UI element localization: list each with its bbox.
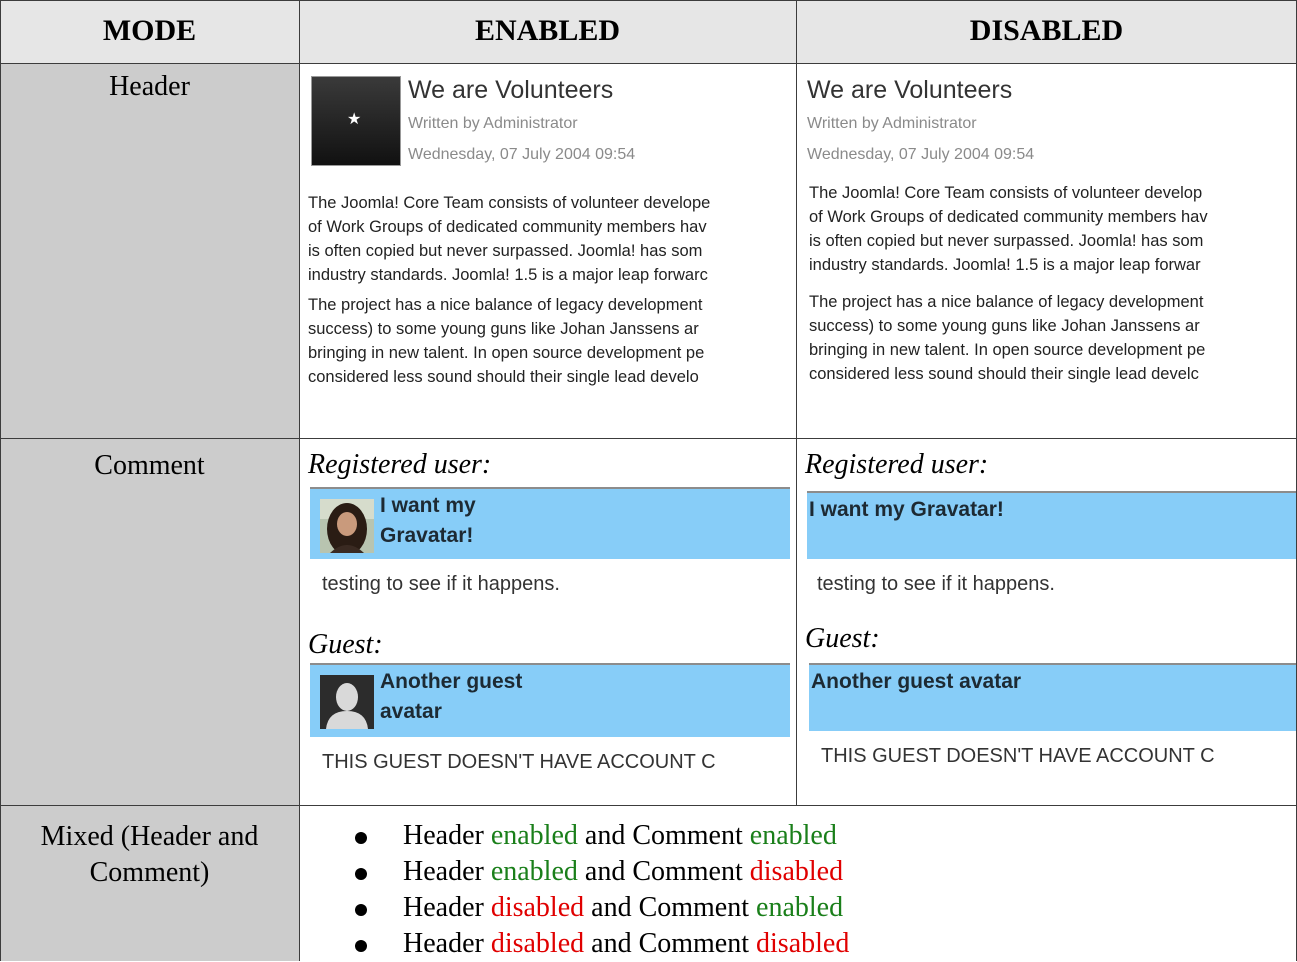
bullet-icon (355, 904, 367, 916)
article-line: of Work Groups of dedicated community me… (308, 218, 707, 236)
state-word: disabled (756, 928, 850, 959)
article-title: We are Volunteers (807, 76, 1013, 104)
mixed-label-line2: Comment) (89, 857, 210, 888)
row-label-header: Header (0, 63, 299, 438)
article-thumbnail: ★ (311, 76, 401, 166)
table-border (0, 805, 1297, 806)
registered-comment-header: I want my Gravatar! (807, 491, 1297, 559)
registered-user-label: Registered user: (308, 449, 492, 480)
table-border (0, 0, 1, 961)
state-word: disabled (490, 928, 585, 959)
gravatar-avatar (320, 499, 374, 553)
table-border (299, 0, 300, 961)
article-line: industry standards. Joomla! 1.5 is a maj… (809, 256, 1201, 274)
state-word: disabled (490, 892, 585, 923)
guest-label: Guest: (308, 629, 383, 660)
article-body-p2: The project has a nice balance of legacy… (308, 293, 704, 389)
table-border (0, 63, 1297, 64)
article-date: Wednesday, 07 July 2004 09:54 (807, 146, 1035, 163)
name-line: Gravatar! (380, 524, 474, 547)
header-enabled: ENABLED (299, 0, 796, 63)
table-border (796, 0, 797, 805)
row-label-mixed: Mixed (Header and Comment) (0, 805, 299, 961)
header-disabled: DISABLED (796, 0, 1297, 63)
default-avatar-icon (320, 675, 374, 729)
guest-commenter-name: Another guest avatar (380, 667, 522, 727)
state-word: enabled (756, 892, 844, 923)
item-text: and Comment (584, 892, 757, 923)
disabled-comment-preview: Registered user: I want my Gravatar! tes… (797, 439, 1297, 805)
article-line: success) to some young guns like Johan J… (308, 320, 699, 338)
mixed-label-line1: Mixed (Header and (40, 821, 259, 852)
article-line: considered less sound should their singl… (308, 368, 699, 386)
bullet-icon (355, 832, 367, 844)
registered-commenter-name: I want my Gravatar! (380, 491, 476, 551)
article-line: bringing in new talent. In open source d… (308, 344, 705, 362)
bullet-icon (355, 868, 367, 880)
item-text: and Comment (577, 856, 750, 887)
article-line: of Work Groups of dedicated community me… (809, 208, 1208, 226)
article-body-p2: The project has a nice balance of legacy… (809, 290, 1205, 386)
row-label-comment: Comment (0, 438, 299, 805)
list-item: Header disabled and Comment disabled (355, 926, 849, 962)
name-line: avatar (380, 700, 442, 723)
disabled-header-preview: We are Volunteers Written by Administrat… (797, 64, 1297, 438)
header-mode: MODE (0, 0, 299, 63)
item-text: Header (403, 928, 491, 959)
article-author: Written by Administrator (408, 115, 578, 132)
article-line: The project has a nice balance of legacy… (809, 293, 1204, 311)
guest-commenter-name: Another guest avatar (811, 670, 1022, 693)
article-line: bringing in new talent. In open source d… (809, 341, 1206, 359)
article-body-p1: The Joomla! Core Team consists of volunt… (308, 191, 710, 287)
item-text: Header (403, 892, 491, 923)
article-line: is often copied but never surpassed. Joo… (809, 232, 1204, 250)
state-word: disabled (749, 856, 844, 887)
article-body-p1: The Joomla! Core Team consists of volunt… (809, 181, 1208, 277)
state-word: enabled (490, 856, 578, 887)
item-text: Header (403, 820, 491, 851)
registered-user-label: Registered user: (805, 449, 989, 480)
article-line: success) to some young guns like Johan J… (809, 317, 1200, 335)
table-border (0, 438, 1297, 439)
enabled-comment-preview: Registered user: I want my Gravatar! tes… (300, 439, 796, 805)
item-text: Header (403, 856, 491, 887)
state-word: enabled (749, 820, 837, 851)
guest-comment-header: Another guest avatar (809, 663, 1297, 731)
comparison-table: MODE ENABLED DISABLED Header Comment Mix… (0, 0, 1297, 961)
item-text: and Comment (584, 928, 757, 959)
article-line: industry standards. Joomla! 1.5 is a maj… (308, 266, 708, 284)
article-title: We are Volunteers (408, 76, 614, 104)
registered-comment-text: testing to see if it happens. (322, 573, 560, 595)
registered-comment-text: testing to see if it happens. (817, 573, 1055, 595)
guest-comment-text: THIS GUEST DOESN'T HAVE ACCOUNT C (322, 751, 716, 773)
guest-label: Guest: (805, 623, 880, 654)
enabled-header-preview: ★ We are Volunteers Written by Administr… (300, 64, 796, 438)
article-line: is often copied but never surpassed. Joo… (308, 242, 703, 260)
bullet-icon (355, 940, 367, 952)
article-line: considered less sound should their singl… (809, 365, 1199, 383)
article-date: Wednesday, 07 July 2004 09:54 (408, 146, 636, 163)
registered-commenter-name: I want my Gravatar! (809, 498, 1004, 521)
article-line: The project has a nice balance of legacy… (308, 296, 703, 314)
name-line: Another guest (380, 670, 523, 693)
list-item: Header enabled and Comment disabled (355, 854, 849, 890)
list-item: Header disabled and Comment enabled (355, 890, 849, 926)
guest-comment-text: THIS GUEST DOESN'T HAVE ACCOUNT C (821, 745, 1215, 767)
list-item: Header enabled and Comment enabled (355, 818, 849, 854)
item-text: and Comment (577, 820, 750, 851)
article-author: Written by Administrator (807, 115, 977, 132)
article-line: The Joomla! Core Team consists of volunt… (809, 184, 1203, 202)
article-line: The Joomla! Core Team consists of volunt… (308, 194, 711, 212)
name-line: I want my (380, 494, 476, 517)
registered-comment-header: I want my Gravatar! (310, 487, 790, 559)
star-icon: ★ (347, 111, 362, 128)
table-border (0, 0, 1297, 1)
guest-comment-header: Another guest avatar (310, 663, 790, 737)
mixed-options-list: Header enabled and Comment enabled Heade… (355, 818, 849, 962)
state-word: enabled (490, 820, 578, 851)
